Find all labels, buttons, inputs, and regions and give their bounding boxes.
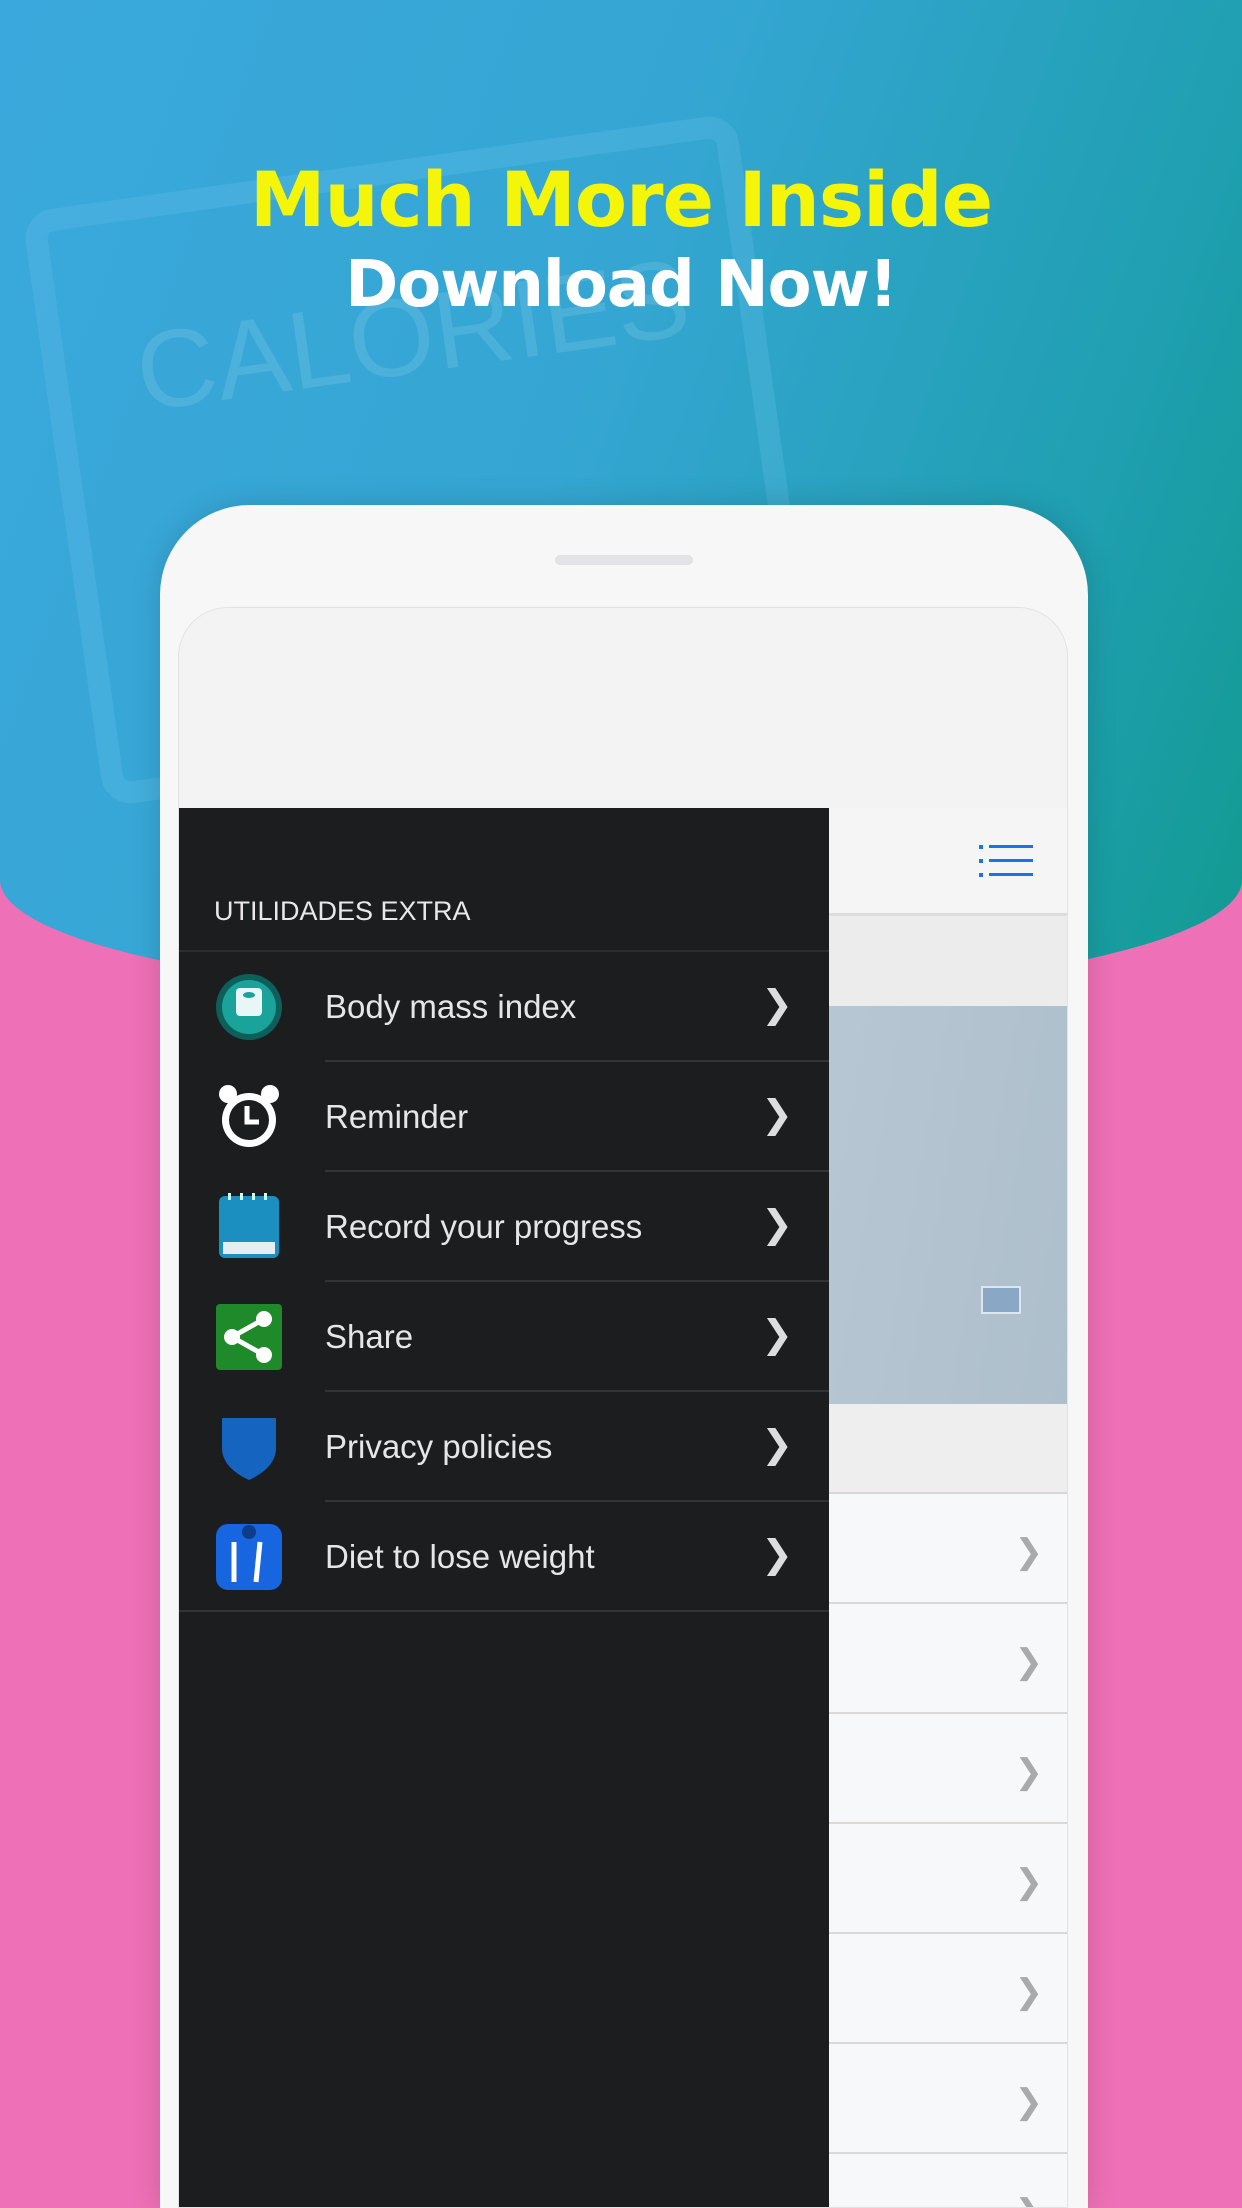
chevron-right-icon: ❯ bbox=[1014, 2083, 1044, 2121]
chevron-right-icon: ❯ bbox=[761, 1092, 793, 1136]
chevron-right-icon: ❯ bbox=[761, 1202, 793, 1246]
notebook-icon bbox=[219, 1193, 279, 1258]
phone-screen: ❯ ❯ ❯ ❯ ❯ ❯ ❯ UTILIDADES EXTRA Body mass… bbox=[178, 607, 1068, 2208]
chevron-right-icon: ❯ bbox=[1014, 1643, 1044, 1681]
bmi-scale-icon bbox=[216, 974, 282, 1040]
alarm-clock-icon bbox=[219, 1085, 279, 1147]
drawer-item-diet[interactable]: Diet to lose weight ❯ bbox=[179, 1502, 829, 1612]
phone-mockup: ❯ ❯ ❯ ❯ ❯ ❯ ❯ UTILIDADES EXTRA Body mass… bbox=[160, 505, 1088, 2208]
shield-icon bbox=[222, 1418, 276, 1480]
chevron-right-icon: ❯ bbox=[761, 982, 793, 1026]
drawer-section-title: UTILIDADES EXTRA bbox=[179, 808, 829, 952]
chevron-right-icon: ❯ bbox=[1014, 1753, 1044, 1791]
share-icon bbox=[216, 1304, 282, 1370]
chevron-right-icon: ❯ bbox=[761, 1422, 793, 1466]
chevron-right-icon: ❯ bbox=[1014, 1973, 1044, 2011]
diet-scale-icon bbox=[216, 1524, 282, 1590]
list-menu-icon[interactable] bbox=[979, 844, 1033, 878]
chevron-right-icon: ❯ bbox=[1015, 2192, 1044, 2207]
chevron-right-icon: ❯ bbox=[761, 1312, 793, 1356]
promo-headline: Much More Inside bbox=[249, 155, 993, 244]
chevron-right-icon: ❯ bbox=[761, 1532, 793, 1576]
drawer-item-body-mass-index[interactable]: Body mass index ❯ bbox=[179, 952, 829, 1062]
chevron-right-icon: ❯ bbox=[1014, 1533, 1044, 1571]
navigation-drawer: UTILIDADES EXTRA Body mass index ❯ Remin… bbox=[179, 808, 829, 2207]
phone-speaker bbox=[555, 555, 693, 565]
promo-subheadline: Download Now! bbox=[345, 248, 898, 322]
drawer-item-privacy-policies[interactable]: Privacy policies ❯ bbox=[179, 1392, 829, 1502]
drawer-item-record-progress[interactable]: Record your progress ❯ bbox=[179, 1172, 829, 1282]
drawer-item-share[interactable]: Share ❯ bbox=[179, 1282, 829, 1392]
status-bar bbox=[179, 608, 1067, 808]
chevron-right-icon: ❯ bbox=[1014, 1863, 1044, 1901]
drawer-item-reminder[interactable]: Reminder ❯ bbox=[179, 1062, 829, 1172]
wall-switch bbox=[981, 1286, 1021, 1314]
